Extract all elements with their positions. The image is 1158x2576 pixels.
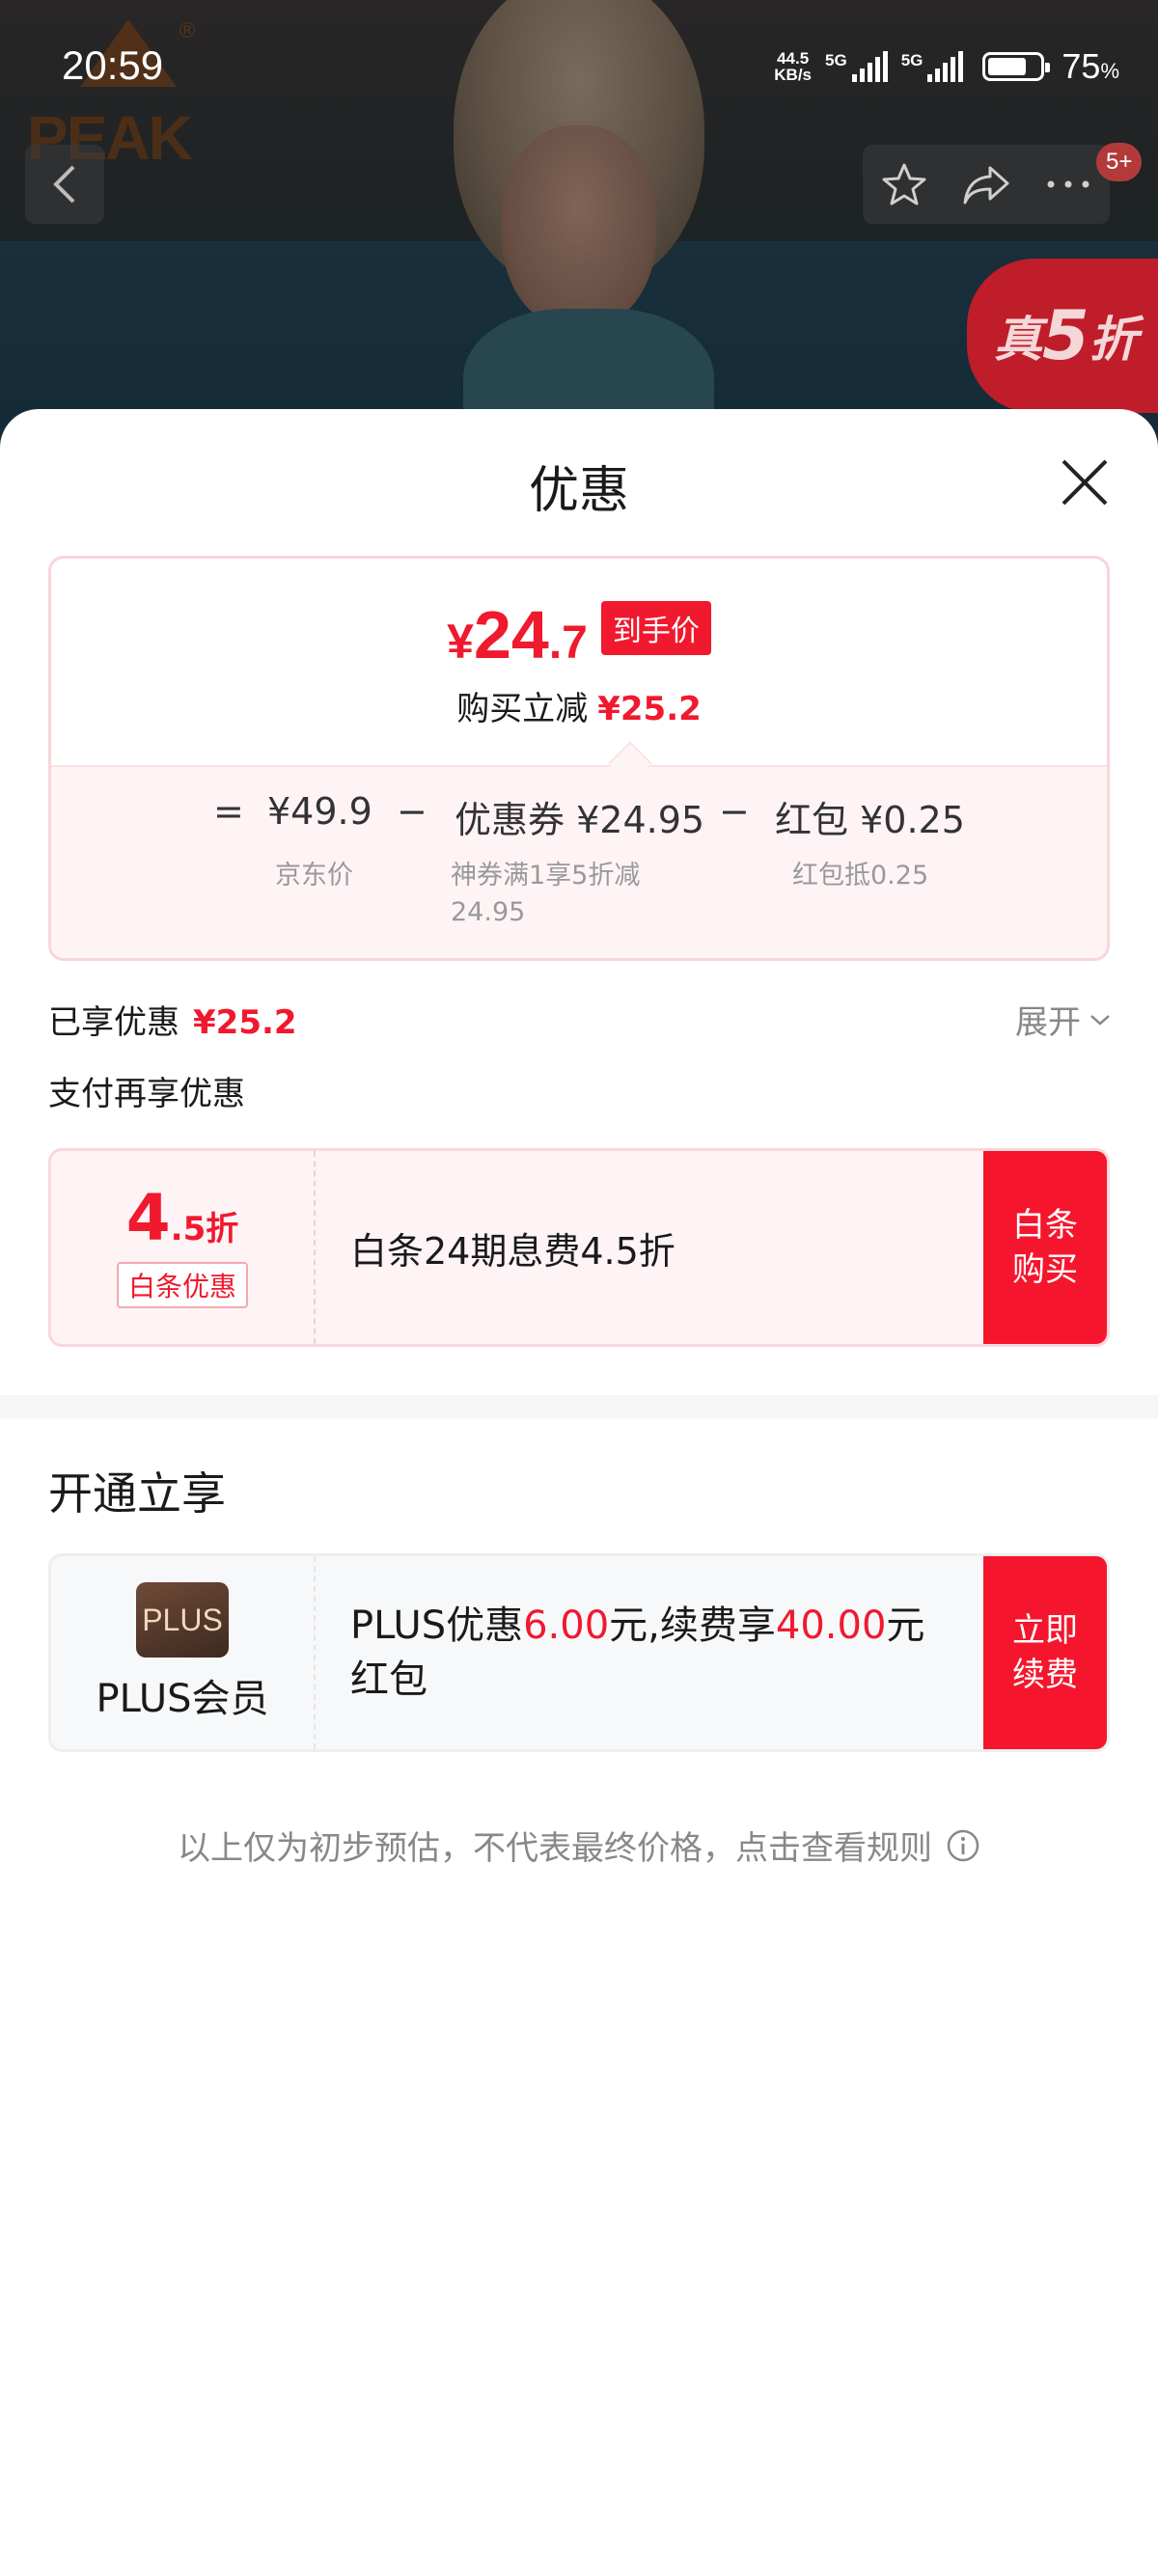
plus-membership-badge: PLUS PLUS会员 <box>51 1556 316 1749</box>
pay-more-title: 支付再享优惠 <box>48 1075 245 1113</box>
signal-2-icon: 5G <box>901 51 964 82</box>
close-button[interactable] <box>1056 453 1114 511</box>
close-icon <box>1062 459 1108 506</box>
minus-sign: − <box>397 790 427 833</box>
plus-offer-description: PLUS优惠6.00元,续费享40.00元 红包 <box>350 1603 925 1702</box>
battery-icon <box>982 52 1051 81</box>
baitiao-offer-description: 白条24期息费4.5折 <box>350 1229 676 1273</box>
section-divider <box>0 1395 1158 1418</box>
coupon-description: 神券满1享5折减 24.95 <box>451 861 641 927</box>
redpacket-description: 红包抵0.25 <box>792 861 929 891</box>
coupon-item: 优惠券 ¥24.95 <box>455 799 705 841</box>
battery-percent: 75% <box>1062 46 1119 86</box>
back-arrow-icon <box>53 165 75 204</box>
sheet-title: 优惠 <box>528 462 629 520</box>
baitiao-buy-button[interactable]: 白条 购买 <box>983 1151 1107 1344</box>
promo-tag: 真5折 <box>967 259 1158 413</box>
open-membership-title: 开通立享 <box>48 1467 226 1520</box>
chevron-down-icon <box>1090 1014 1110 1026</box>
plus-logo: PLUS <box>136 1582 229 1658</box>
final-price-tag: 到手价 <box>600 601 711 655</box>
enjoyed-discount: 已享优惠 ¥25.2 <box>48 1003 297 1042</box>
network-speed: 44.5 KB/s <box>774 49 813 84</box>
equals-sign: = <box>213 790 244 833</box>
plus-renew-button[interactable]: 立即 续费 <box>983 1556 1107 1749</box>
signal-1-icon: 5G <box>825 51 888 82</box>
baitiao-offer-badge: 4.5折 白条优惠 <box>51 1151 316 1344</box>
jd-price-label: 京东价 <box>275 861 353 891</box>
minus-sign: − <box>719 790 750 833</box>
star-icon <box>882 163 926 206</box>
redpacket-item: 红包 ¥0.25 <box>775 799 965 841</box>
more-icon <box>1047 180 1089 188</box>
share-button[interactable] <box>945 145 1027 224</box>
baitiao-tag: 白条优惠 <box>116 1262 248 1308</box>
final-price: ¥24.7 <box>447 597 588 672</box>
message-badge: 5+ <box>1096 143 1143 181</box>
instant-save-row: 购买立减 ¥25.2 <box>456 690 702 728</box>
expand-button[interactable]: 展开 <box>1015 996 1112 1043</box>
price-calculation: = ¥49.9 − 优惠券 ¥24.95 − 红包 ¥0.25 <box>51 790 1107 848</box>
price-breakdown-card: ¥24.7 到手价 购买立减 ¥25.2 = ¥49.9 − 优惠券 ¥24.95… <box>48 556 1110 961</box>
final-price-row: ¥24.7 到手价 <box>51 601 1107 669</box>
info-icon <box>947 1829 979 1861</box>
baitiao-discount: 4.5折 <box>125 1181 239 1255</box>
status-time: 20:59 <box>62 42 164 88</box>
jd-price: ¥49.9 <box>267 790 372 833</box>
price-disclaimer[interactable]: 以上仅为初步预估，不代表最终价格，点击查看规则 <box>0 1822 1158 1869</box>
status-bar-right: 44.5 KB/s 5G 5G 75% <box>774 46 1119 87</box>
back-button[interactable] <box>25 145 104 224</box>
action-group <box>863 145 1110 224</box>
share-icon <box>963 166 1009 205</box>
plus-offer-card: PLUS PLUS会员 PLUS优惠6.00元,续费享40.00元 红包 立即 续费 <box>48 1553 1110 1752</box>
favorite-button[interactable] <box>863 145 945 224</box>
plus-member-name: PLUS会员 <box>96 1677 269 1721</box>
baitiao-offer-card: 4.5折 白条优惠 白条24期息费4.5折 白条 购买 <box>48 1148 1110 1347</box>
